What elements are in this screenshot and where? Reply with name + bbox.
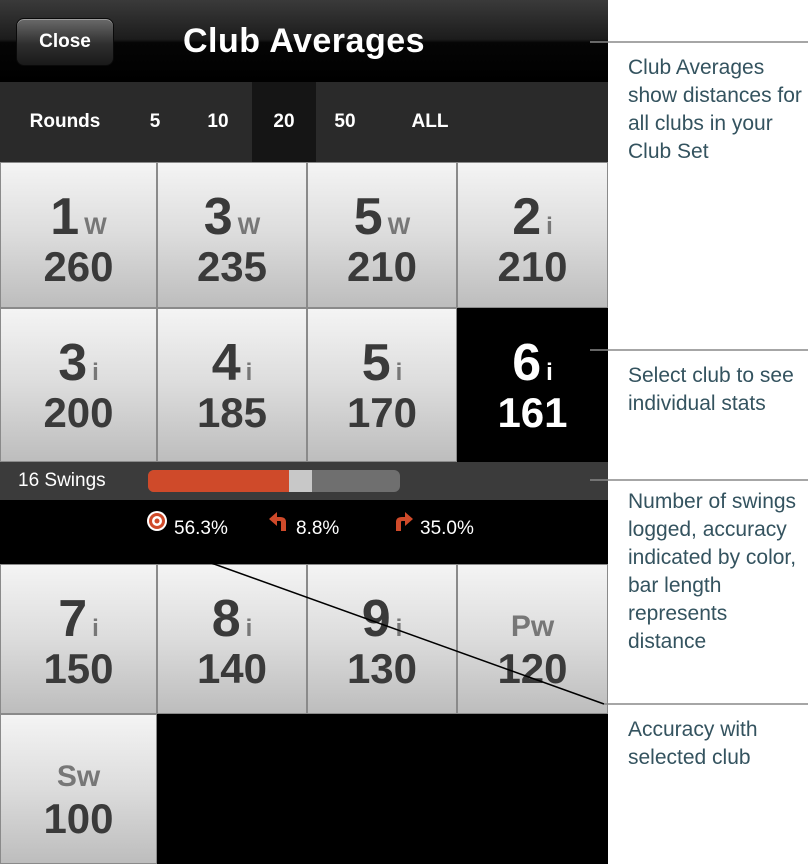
rounds-option-5[interactable]: 5: [132, 82, 178, 162]
club-tile-8i[interactable]: 8i 140: [157, 564, 307, 714]
club-number: 1: [50, 188, 80, 246]
rounds-label: Rounds: [29, 111, 101, 132]
club-number: 2: [512, 188, 542, 246]
target-icon: [146, 498, 168, 556]
club-type: Sw: [56, 760, 101, 793]
club-tile-sw[interactable]: Sw 100: [0, 714, 157, 864]
accuracy-on-target: 56.3%: [146, 500, 228, 564]
club-type: W: [84, 213, 107, 240]
swings-count: 16 Swings: [18, 470, 106, 491]
club-type: i: [92, 359, 99, 386]
club-distance: 130: [346, 645, 418, 692]
annotation-select-club: Select club to see individual stats: [628, 364, 794, 415]
club-distance: 235: [196, 243, 268, 290]
swing-distance-bar: [148, 470, 400, 492]
club-tile-3w[interactable]: 3W 235: [157, 162, 307, 308]
accuracy-left-value: 8.8%: [296, 518, 340, 539]
rounds-option-all[interactable]: ALL: [392, 82, 468, 162]
club-type: W: [387, 213, 411, 240]
club-distance: 200: [43, 389, 114, 436]
accuracy-stats: 56.3% 8.8% 35.0%: [0, 500, 608, 564]
annotation-swings: Number of swings logged, accuracy indica…: [628, 490, 797, 653]
club-number: 7: [58, 590, 88, 648]
club-type: W: [237, 213, 261, 240]
bar-accurate-segment: [148, 470, 289, 492]
club-distance: 210: [346, 243, 418, 290]
accuracy-right-value: 35.0%: [420, 518, 474, 539]
rounds-option-10[interactable]: 10: [186, 82, 250, 162]
club-tile-6i[interactable]: 6i 161: [457, 308, 608, 462]
accuracy-right: 35.0%: [392, 500, 474, 564]
club-tile-9i[interactable]: 9i 130: [307, 564, 457, 714]
navigation-bar: Close Club Averages: [0, 0, 608, 82]
rounds-selector: Rounds 5 10 20 50 ALL: [0, 82, 608, 162]
rounds-option-20[interactable]: 20: [252, 82, 316, 162]
club-type: i: [245, 615, 253, 642]
rounds-option-50[interactable]: 50: [318, 82, 372, 162]
club-number: 8: [211, 590, 241, 648]
club-distance: 210: [497, 243, 568, 290]
club-number: 5: [361, 334, 391, 392]
swings-summary: 16 Swings: [0, 462, 608, 500]
club-type: i: [546, 213, 553, 240]
club-distance: 185: [196, 389, 268, 436]
club-number: 6: [512, 334, 542, 392]
club-distance: 150: [43, 645, 114, 692]
club-tile-3i[interactable]: 3i 200: [0, 308, 157, 462]
club-type: i: [546, 359, 553, 386]
club-distance: 260: [43, 243, 114, 290]
club-distance: 161: [497, 389, 568, 436]
annotation-accuracy: Accuracy with selected club: [628, 718, 758, 769]
bar-neutral-segment: [289, 470, 312, 492]
accuracy-left: 8.8%: [268, 500, 339, 564]
club-type: i: [395, 615, 403, 642]
club-distance: 140: [196, 645, 268, 692]
club-tile-pw[interactable]: Pw 120: [457, 564, 608, 714]
curve-left-arrow-icon: [268, 498, 290, 556]
club-tile-2i[interactable]: 2i 210: [457, 162, 608, 308]
club-type: Pw: [510, 610, 555, 643]
club-number: 5: [353, 188, 383, 246]
close-button[interactable]: Close: [16, 18, 114, 66]
club-number: 9: [361, 590, 391, 648]
app-screen: Close Club Averages Rounds 5 10 20 50 AL…: [0, 0, 608, 864]
accuracy-on-target-value: 56.3%: [174, 518, 228, 539]
club-type: i: [395, 359, 403, 386]
page-title: Club Averages: [182, 22, 426, 60]
curve-right-arrow-icon: [392, 498, 414, 556]
club-type: i: [92, 615, 99, 642]
club-distance: 100: [43, 795, 114, 842]
club-distance: 120: [497, 645, 568, 692]
club-tile-7i[interactable]: 7i 150: [0, 564, 157, 714]
club-number: 4: [211, 334, 241, 392]
club-distance: 170: [346, 389, 418, 436]
club-tile-1w[interactable]: 1W 260: [0, 162, 157, 308]
annotation-club-averages: Club Averages show distances for all clu…: [628, 56, 802, 163]
club-tile-4i[interactable]: 4i 185: [157, 308, 307, 462]
club-number: 3: [203, 188, 233, 246]
club-number: 3: [58, 334, 88, 392]
club-tile-5w[interactable]: 5W 210: [307, 162, 457, 308]
club-type: i: [245, 359, 253, 386]
club-tile-5i[interactable]: 5i 170: [307, 308, 457, 462]
